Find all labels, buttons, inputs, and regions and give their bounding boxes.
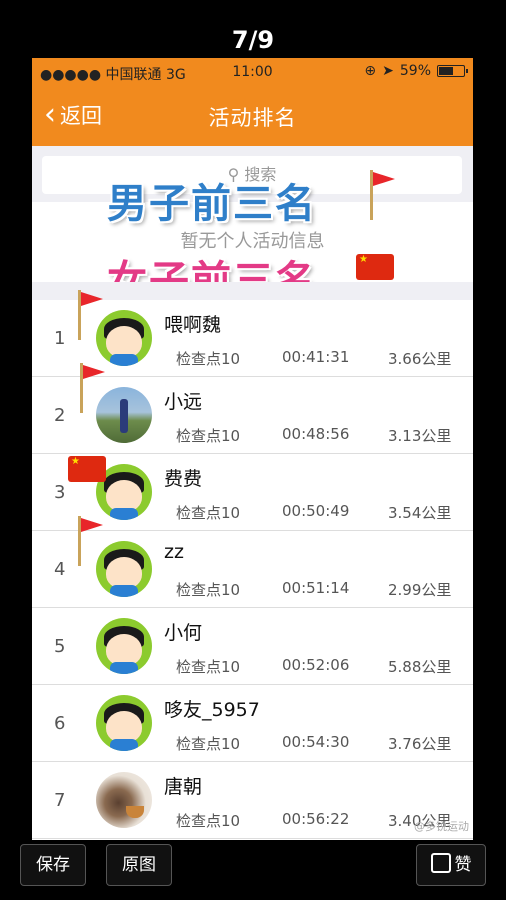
save-button[interactable]: 保存 xyxy=(20,844,86,886)
ranking-row[interactable]: 1 喂啊魏 检查点10 00:41:31 3.66公里 xyxy=(32,300,473,377)
male-top3-overlay: 男子前三名 xyxy=(107,171,367,229)
watermark: @多锐运动 xyxy=(414,820,469,833)
elapsed-time: 00:41:31 xyxy=(282,348,350,366)
rank-number: 3 xyxy=(54,482,66,503)
china-flag-icon: ★ xyxy=(356,254,394,280)
avatar xyxy=(96,618,152,674)
rank-number: 6 xyxy=(54,713,66,734)
user-name: 唐朝 xyxy=(164,776,203,798)
status-bar: ●●●●● 中国联通 3G 11:00 ⊕ ➤ 59% xyxy=(32,58,473,86)
distance: 5.88公里 xyxy=(388,658,452,676)
elapsed-time: 00:51:14 xyxy=(282,579,350,597)
viewer-toolbar: 保存 原图 赞 xyxy=(0,840,506,900)
elapsed-time: 00:52:06 xyxy=(282,656,350,674)
location-icon: ➤ xyxy=(382,63,394,79)
like-label: 赞 xyxy=(454,855,472,875)
ranking-row[interactable]: 7 唐朝 检查点10 00:56:22 3.40公里 xyxy=(32,762,473,839)
avatar xyxy=(96,387,152,443)
user-name: 小何 xyxy=(164,622,203,644)
ranking-row[interactable]: 5 小何 检查点10 00:52:06 5.88公里 xyxy=(32,608,473,685)
avatar xyxy=(96,310,152,366)
avatar xyxy=(96,772,152,828)
thumbs-up-icon xyxy=(430,853,451,873)
distance: 3.13公里 xyxy=(388,427,452,445)
rank-number: 1 xyxy=(54,328,66,349)
user-name: 喂啊魏 xyxy=(164,314,222,336)
rank-number: 7 xyxy=(54,790,66,811)
ranking-list: 1 喂啊魏 检查点10 00:41:31 3.66公里 2 小远 检查点10 0… xyxy=(32,300,473,839)
distance: 3.66公里 xyxy=(388,350,452,368)
section-gap xyxy=(32,282,473,300)
checkpoint: 检查点10 xyxy=(176,504,241,522)
page-title: 活动排名 xyxy=(208,106,297,130)
china-flag-icon: ★ xyxy=(68,456,106,482)
avatar xyxy=(96,541,152,597)
distance: 3.76公里 xyxy=(388,735,452,753)
nav-bar: ‹ 返回 活动排名 xyxy=(32,86,473,146)
battery-percent: 59% xyxy=(399,63,431,79)
elapsed-time: 00:48:56 xyxy=(282,425,350,443)
rank-number: 2 xyxy=(54,405,66,426)
ranking-row[interactable]: 4 zz 检查点10 00:51:14 2.99公里 xyxy=(32,531,473,608)
checkpoint: 检查点10 xyxy=(176,658,241,676)
rank-number: 4 xyxy=(54,559,66,580)
avatar xyxy=(96,695,152,751)
original-image-button[interactable]: 原图 xyxy=(106,844,172,886)
checkpoint: 检查点10 xyxy=(176,735,241,753)
user-name: 小远 xyxy=(164,391,203,413)
distance: 3.54公里 xyxy=(388,504,452,522)
checkpoint: 检查点10 xyxy=(176,350,241,368)
image-counter: 7/9 xyxy=(231,26,275,54)
elapsed-time: 00:54:30 xyxy=(282,733,350,751)
lock-rotation-icon: ⊕ xyxy=(364,63,377,79)
distance: 2.99公里 xyxy=(388,581,452,599)
phone-screen: ●●●●● 中国联通 3G 11:00 ⊕ ➤ 59% ‹ 返回 活动排名 ⚲ … xyxy=(32,58,473,840)
male-top3-text: 男子前三名 xyxy=(107,181,317,227)
status-right: ⊕ ➤ 59% xyxy=(364,63,468,79)
elapsed-time: 00:50:49 xyxy=(282,502,350,520)
checkpoint: 检查点10 xyxy=(176,812,241,830)
battery-fill xyxy=(439,67,453,75)
ranking-row[interactable]: 2 小远 检查点10 00:48:56 3.13公里 xyxy=(32,377,473,454)
user-name: 哆友_5957 xyxy=(164,699,260,721)
rank-number: 5 xyxy=(54,636,66,657)
user-name: 费费 xyxy=(164,468,203,490)
checkpoint: 检查点10 xyxy=(176,427,241,445)
battery-icon xyxy=(437,65,468,77)
user-name: zz xyxy=(164,541,184,563)
ranking-row[interactable]: 6 哆友_5957 检查点10 00:54:30 3.76公里 xyxy=(32,685,473,762)
elapsed-time: 00:56:22 xyxy=(282,810,350,828)
checkpoint: 检查点10 xyxy=(176,581,241,599)
like-button[interactable]: 赞 xyxy=(416,844,486,886)
